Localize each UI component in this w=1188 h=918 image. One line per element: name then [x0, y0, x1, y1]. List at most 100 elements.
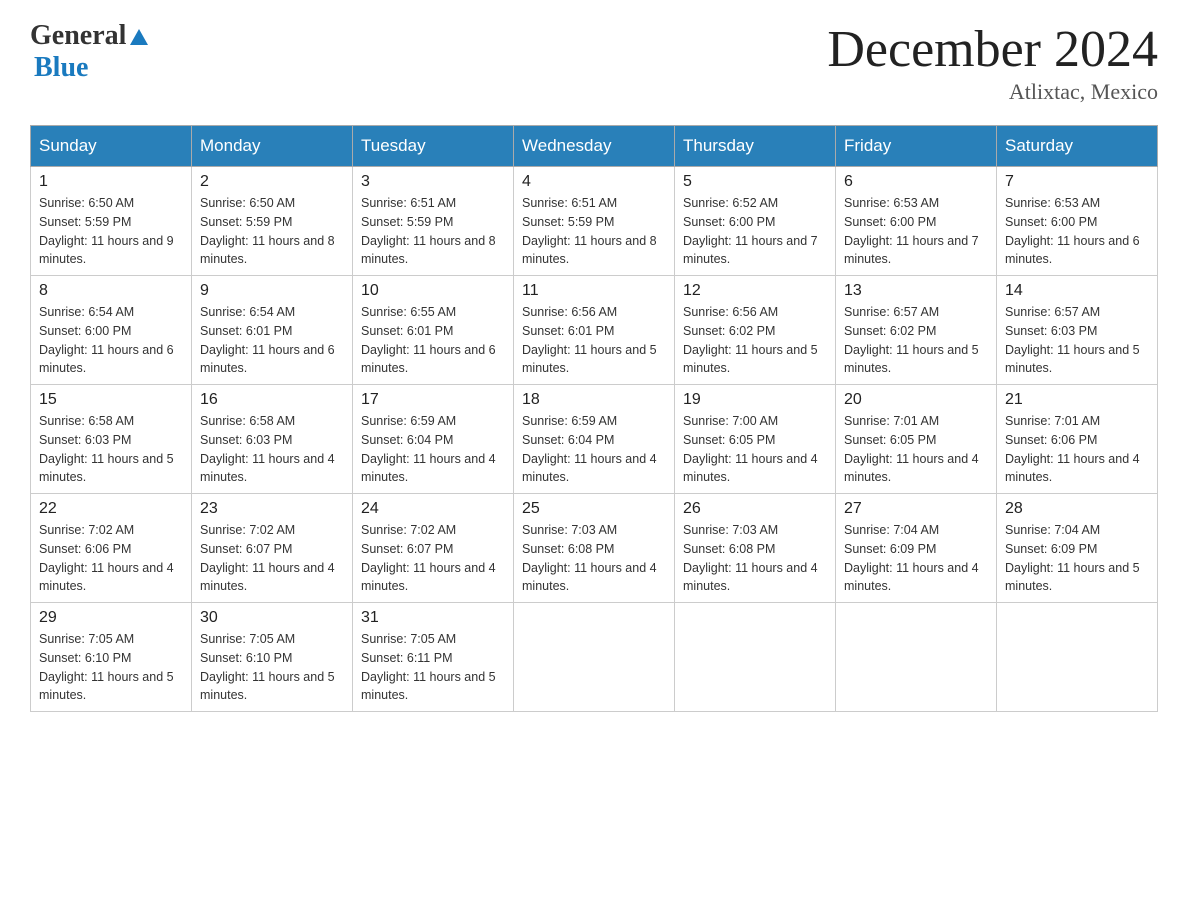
day-info: Sunrise: 7:05 AMSunset: 6:10 PMDaylight:…	[39, 630, 183, 705]
day-number: 5	[683, 173, 827, 191]
day-info: Sunrise: 6:53 AMSunset: 6:00 PMDaylight:…	[1005, 194, 1149, 269]
calendar-cell: 20 Sunrise: 7:01 AMSunset: 6:05 PMDaylig…	[836, 385, 997, 494]
day-number: 30	[200, 609, 344, 627]
calendar-cell	[997, 603, 1158, 712]
calendar-cell: 21 Sunrise: 7:01 AMSunset: 6:06 PMDaylig…	[997, 385, 1158, 494]
day-info: Sunrise: 7:02 AMSunset: 6:07 PMDaylight:…	[361, 521, 505, 596]
logo-triangle-icon	[128, 27, 150, 47]
day-info: Sunrise: 6:57 AMSunset: 6:03 PMDaylight:…	[1005, 303, 1149, 378]
calendar-header-saturday: Saturday	[997, 126, 1158, 167]
calendar-header-friday: Friday	[836, 126, 997, 167]
calendar-cell: 25 Sunrise: 7:03 AMSunset: 6:08 PMDaylig…	[514, 494, 675, 603]
calendar-cell: 27 Sunrise: 7:04 AMSunset: 6:09 PMDaylig…	[836, 494, 997, 603]
day-info: Sunrise: 6:58 AMSunset: 6:03 PMDaylight:…	[200, 412, 344, 487]
calendar-cell	[836, 603, 997, 712]
day-info: Sunrise: 6:54 AMSunset: 6:01 PMDaylight:…	[200, 303, 344, 378]
day-info: Sunrise: 7:05 AMSunset: 6:10 PMDaylight:…	[200, 630, 344, 705]
day-info: Sunrise: 6:59 AMSunset: 6:04 PMDaylight:…	[361, 412, 505, 487]
calendar-cell	[675, 603, 836, 712]
page-header: General Blue December 2024 Atlixtac, Mex…	[30, 20, 1158, 105]
day-number: 17	[361, 391, 505, 409]
day-number: 9	[200, 282, 344, 300]
day-info: Sunrise: 7:01 AMSunset: 6:05 PMDaylight:…	[844, 412, 988, 487]
day-number: 1	[39, 173, 183, 191]
calendar-cell: 28 Sunrise: 7:04 AMSunset: 6:09 PMDaylig…	[997, 494, 1158, 603]
day-number: 26	[683, 500, 827, 518]
calendar-cell: 15 Sunrise: 6:58 AMSunset: 6:03 PMDaylig…	[31, 385, 192, 494]
calendar-cell: 6 Sunrise: 6:53 AMSunset: 6:00 PMDayligh…	[836, 167, 997, 276]
calendar-cell: 10 Sunrise: 6:55 AMSunset: 6:01 PMDaylig…	[353, 276, 514, 385]
day-info: Sunrise: 7:02 AMSunset: 6:06 PMDaylight:…	[39, 521, 183, 596]
calendar-cell: 9 Sunrise: 6:54 AMSunset: 6:01 PMDayligh…	[192, 276, 353, 385]
calendar-cell: 16 Sunrise: 6:58 AMSunset: 6:03 PMDaylig…	[192, 385, 353, 494]
day-number: 20	[844, 391, 988, 409]
logo-blue-text: Blue	[34, 52, 88, 83]
logo: General Blue	[30, 20, 150, 84]
day-info: Sunrise: 7:04 AMSunset: 6:09 PMDaylight:…	[1005, 521, 1149, 596]
calendar-cell: 13 Sunrise: 6:57 AMSunset: 6:02 PMDaylig…	[836, 276, 997, 385]
calendar-table: SundayMondayTuesdayWednesdayThursdayFrid…	[30, 125, 1158, 712]
day-number: 4	[522, 173, 666, 191]
calendar-cell: 1 Sunrise: 6:50 AMSunset: 5:59 PMDayligh…	[31, 167, 192, 276]
day-info: Sunrise: 7:02 AMSunset: 6:07 PMDaylight:…	[200, 521, 344, 596]
day-info: Sunrise: 6:58 AMSunset: 6:03 PMDaylight:…	[39, 412, 183, 487]
day-number: 29	[39, 609, 183, 627]
calendar-cell: 18 Sunrise: 6:59 AMSunset: 6:04 PMDaylig…	[514, 385, 675, 494]
day-info: Sunrise: 6:56 AMSunset: 6:01 PMDaylight:…	[522, 303, 666, 378]
location: Atlixtac, Mexico	[827, 79, 1158, 105]
calendar-cell: 7 Sunrise: 6:53 AMSunset: 6:00 PMDayligh…	[997, 167, 1158, 276]
day-number: 19	[683, 391, 827, 409]
calendar-cell: 3 Sunrise: 6:51 AMSunset: 5:59 PMDayligh…	[353, 167, 514, 276]
day-number: 14	[1005, 282, 1149, 300]
calendar-cell: 12 Sunrise: 6:56 AMSunset: 6:02 PMDaylig…	[675, 276, 836, 385]
day-number: 21	[1005, 391, 1149, 409]
calendar-cell: 31 Sunrise: 7:05 AMSunset: 6:11 PMDaylig…	[353, 603, 514, 712]
day-info: Sunrise: 6:53 AMSunset: 6:00 PMDaylight:…	[844, 194, 988, 269]
day-info: Sunrise: 7:05 AMSunset: 6:11 PMDaylight:…	[361, 630, 505, 705]
day-number: 6	[844, 173, 988, 191]
day-number: 8	[39, 282, 183, 300]
calendar-week-row: 8 Sunrise: 6:54 AMSunset: 6:00 PMDayligh…	[31, 276, 1158, 385]
day-number: 22	[39, 500, 183, 518]
day-info: Sunrise: 6:50 AMSunset: 5:59 PMDaylight:…	[39, 194, 183, 269]
calendar-header-tuesday: Tuesday	[353, 126, 514, 167]
day-info: Sunrise: 7:01 AMSunset: 6:06 PMDaylight:…	[1005, 412, 1149, 487]
title-section: December 2024 Atlixtac, Mexico	[827, 20, 1158, 105]
calendar-cell: 23 Sunrise: 7:02 AMSunset: 6:07 PMDaylig…	[192, 494, 353, 603]
day-info: Sunrise: 6:52 AMSunset: 6:00 PMDaylight:…	[683, 194, 827, 269]
calendar-cell: 5 Sunrise: 6:52 AMSunset: 6:00 PMDayligh…	[675, 167, 836, 276]
day-number: 24	[361, 500, 505, 518]
calendar-header-row: SundayMondayTuesdayWednesdayThursdayFrid…	[31, 126, 1158, 167]
calendar-cell: 2 Sunrise: 6:50 AMSunset: 5:59 PMDayligh…	[192, 167, 353, 276]
day-number: 2	[200, 173, 344, 191]
calendar-cell: 17 Sunrise: 6:59 AMSunset: 6:04 PMDaylig…	[353, 385, 514, 494]
calendar-week-row: 1 Sunrise: 6:50 AMSunset: 5:59 PMDayligh…	[31, 167, 1158, 276]
day-info: Sunrise: 6:55 AMSunset: 6:01 PMDaylight:…	[361, 303, 505, 378]
day-number: 12	[683, 282, 827, 300]
day-number: 16	[200, 391, 344, 409]
day-info: Sunrise: 6:57 AMSunset: 6:02 PMDaylight:…	[844, 303, 988, 378]
calendar-week-row: 29 Sunrise: 7:05 AMSunset: 6:10 PMDaylig…	[31, 603, 1158, 712]
calendar-cell: 4 Sunrise: 6:51 AMSunset: 5:59 PMDayligh…	[514, 167, 675, 276]
day-number: 31	[361, 609, 505, 627]
calendar-cell: 22 Sunrise: 7:02 AMSunset: 6:06 PMDaylig…	[31, 494, 192, 603]
calendar-cell: 29 Sunrise: 7:05 AMSunset: 6:10 PMDaylig…	[31, 603, 192, 712]
calendar-week-row: 15 Sunrise: 6:58 AMSunset: 6:03 PMDaylig…	[31, 385, 1158, 494]
day-info: Sunrise: 7:04 AMSunset: 6:09 PMDaylight:…	[844, 521, 988, 596]
day-number: 10	[361, 282, 505, 300]
calendar-header-wednesday: Wednesday	[514, 126, 675, 167]
calendar-cell: 26 Sunrise: 7:03 AMSunset: 6:08 PMDaylig…	[675, 494, 836, 603]
calendar-header-thursday: Thursday	[675, 126, 836, 167]
day-info: Sunrise: 7:03 AMSunset: 6:08 PMDaylight:…	[522, 521, 666, 596]
day-info: Sunrise: 6:56 AMSunset: 6:02 PMDaylight:…	[683, 303, 827, 378]
day-number: 28	[1005, 500, 1149, 518]
day-number: 11	[522, 282, 666, 300]
day-number: 13	[844, 282, 988, 300]
calendar-cell: 24 Sunrise: 7:02 AMSunset: 6:07 PMDaylig…	[353, 494, 514, 603]
calendar-cell: 11 Sunrise: 6:56 AMSunset: 6:01 PMDaylig…	[514, 276, 675, 385]
day-info: Sunrise: 6:59 AMSunset: 6:04 PMDaylight:…	[522, 412, 666, 487]
day-number: 18	[522, 391, 666, 409]
calendar-header-sunday: Sunday	[31, 126, 192, 167]
calendar-week-row: 22 Sunrise: 7:02 AMSunset: 6:06 PMDaylig…	[31, 494, 1158, 603]
day-info: Sunrise: 6:51 AMSunset: 5:59 PMDaylight:…	[522, 194, 666, 269]
